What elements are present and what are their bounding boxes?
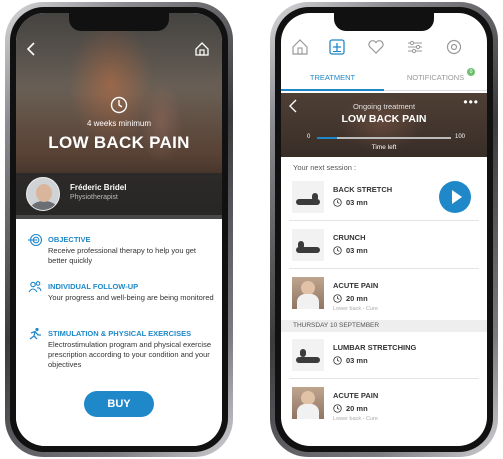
phone-left: 4 weeks minimum LOW BACK PAIN Fréderic B…	[5, 2, 233, 457]
clock-icon	[333, 197, 342, 207]
session-name: ACUTE PAIN	[333, 391, 379, 400]
clock-icon	[333, 403, 342, 413]
sliders-icon[interactable]	[406, 38, 424, 56]
feature-description: Your progress and well-being are being m…	[48, 293, 214, 302]
session-time: 20 mn	[346, 403, 368, 413]
phone-left-bezel: 4 weeks minimum LOW BACK PAIN Fréderic B…	[10, 7, 228, 452]
clock-icon	[333, 293, 342, 303]
phone-notch	[334, 13, 434, 31]
session-time: 03 mn	[346, 355, 368, 365]
therapist-role: Physiotherapist	[70, 194, 118, 201]
tab-bar: TREATMENT NOTIFICATIONS 0	[281, 65, 487, 91]
session-subtitle: Lower back - Cure	[333, 416, 378, 422]
next-session-label: Your next session :	[293, 163, 357, 172]
feature-title: OBJECTIVE	[48, 235, 91, 244]
progress-max: 100	[454, 134, 465, 140]
phone-right: TREATMENT NOTIFICATIONS 0 ••• Ongoing tr…	[270, 2, 498, 457]
progress-min: 0	[307, 134, 311, 140]
feature-follow-up: INDIVIDUAL FOLLOW-UP Your progress and w…	[28, 280, 214, 314]
banner-title: LOW BACK PAIN	[341, 113, 427, 125]
session-time: 20 mn	[346, 293, 368, 303]
session-duration: 03 mn	[333, 197, 368, 207]
progress-bar	[317, 137, 451, 139]
back-arrow-icon[interactable]	[26, 41, 36, 62]
session-item[interactable]: ACUTE PAIN 20 mn Lower back - Cure	[289, 381, 479, 427]
banner-subtitle: Ongoing treatment	[352, 102, 416, 111]
clock-icon	[333, 245, 342, 255]
session-name: CRUNCH	[333, 233, 366, 242]
notification-badge: 0	[467, 68, 475, 76]
session-item[interactable]: CRUNCH 03 mn	[289, 223, 479, 269]
exercise-thumbnail	[292, 229, 324, 261]
feature-stimulation: STIMULATION & PHYSICAL EXERCISES Electro…	[28, 327, 214, 377]
progress-fill	[317, 137, 338, 139]
session-name: BACK STRETCH	[333, 185, 393, 194]
clock-icon	[110, 96, 128, 119]
feature-objective: OBJECTIVE Receive professional therapy t…	[28, 233, 214, 267]
treatment-banner: ••• Ongoing treatment LOW BACK PAIN 0 10…	[281, 93, 487, 157]
exercise-thumbnail	[292, 181, 324, 213]
program-detail-screen: 4 weeks minimum LOW BACK PAIN Fréderic B…	[16, 13, 222, 446]
runner-icon	[28, 327, 42, 341]
session-time: 03 mn	[346, 245, 368, 255]
phone-notch	[69, 13, 169, 31]
therapist-name: Fréderic Bridel	[70, 183, 127, 192]
feature-title: INDIVIDUAL FOLLOW-UP	[48, 282, 139, 291]
session-time: 03 mn	[346, 197, 368, 207]
program-duration: 4 weeks minimum	[86, 119, 151, 128]
session-duration: 20 mn	[333, 293, 368, 303]
home-icon[interactable]	[291, 38, 309, 56]
settings-icon[interactable]	[445, 38, 463, 56]
clock-icon	[333, 355, 342, 365]
session-name: LUMBAR STRETCHING	[333, 343, 417, 352]
avatar	[26, 177, 60, 211]
date-separator: THURSDAY 10 SEPTEMBER	[281, 320, 487, 332]
exercise-thumbnail	[292, 339, 324, 371]
treatment-screen: TREATMENT NOTIFICATIONS 0 ••• Ongoing tr…	[281, 13, 487, 446]
heart-icon[interactable]	[367, 38, 385, 56]
feature-title: STIMULATION & PHYSICAL EXERCISES	[48, 329, 192, 338]
features-section: OBJECTIVE Receive professional therapy t…	[16, 219, 222, 446]
exercise-thumbnail	[292, 277, 324, 309]
session-name: ACUTE PAIN	[333, 281, 379, 290]
session-item[interactable]: ACUTE PAIN 20 mn Lower back - Cure	[289, 271, 479, 317]
feature-description: Receive professional therapy to help you…	[48, 246, 197, 265]
session-duration: 20 mn	[333, 403, 368, 413]
program-title: LOW BACK PAIN	[48, 133, 190, 152]
session-duration: 03 mn	[333, 355, 368, 365]
people-icon	[28, 280, 42, 294]
tab-notifications[interactable]: NOTIFICATIONS 0	[384, 65, 487, 91]
treatment-icon[interactable]	[328, 38, 346, 56]
home-icon[interactable]	[194, 41, 210, 62]
target-icon	[28, 233, 43, 247]
tab-notifications-label: NOTIFICATIONS	[406, 73, 465, 82]
buy-button[interactable]: BUY	[84, 391, 154, 417]
session-item[interactable]: LUMBAR STRETCHING 03 mn	[289, 333, 479, 379]
session-item[interactable]: BACK STRETCH 03 mn	[289, 175, 479, 221]
play-button[interactable]	[439, 181, 471, 213]
session-duration: 03 mn	[333, 245, 368, 255]
progress-label: Time left	[371, 144, 397, 151]
therapist-card[interactable]: Fréderic Bridel Physiotherapist	[16, 173, 222, 219]
phone-right-bezel: TREATMENT NOTIFICATIONS 0 ••• Ongoing tr…	[275, 7, 493, 452]
top-nav-bar	[281, 33, 487, 63]
session-subtitle: Lower back - Cure	[333, 306, 378, 312]
exercise-thumbnail	[292, 387, 324, 419]
feature-description: Electrostimulation program and physical …	[48, 340, 211, 369]
tab-treatment[interactable]: TREATMENT	[281, 65, 384, 91]
